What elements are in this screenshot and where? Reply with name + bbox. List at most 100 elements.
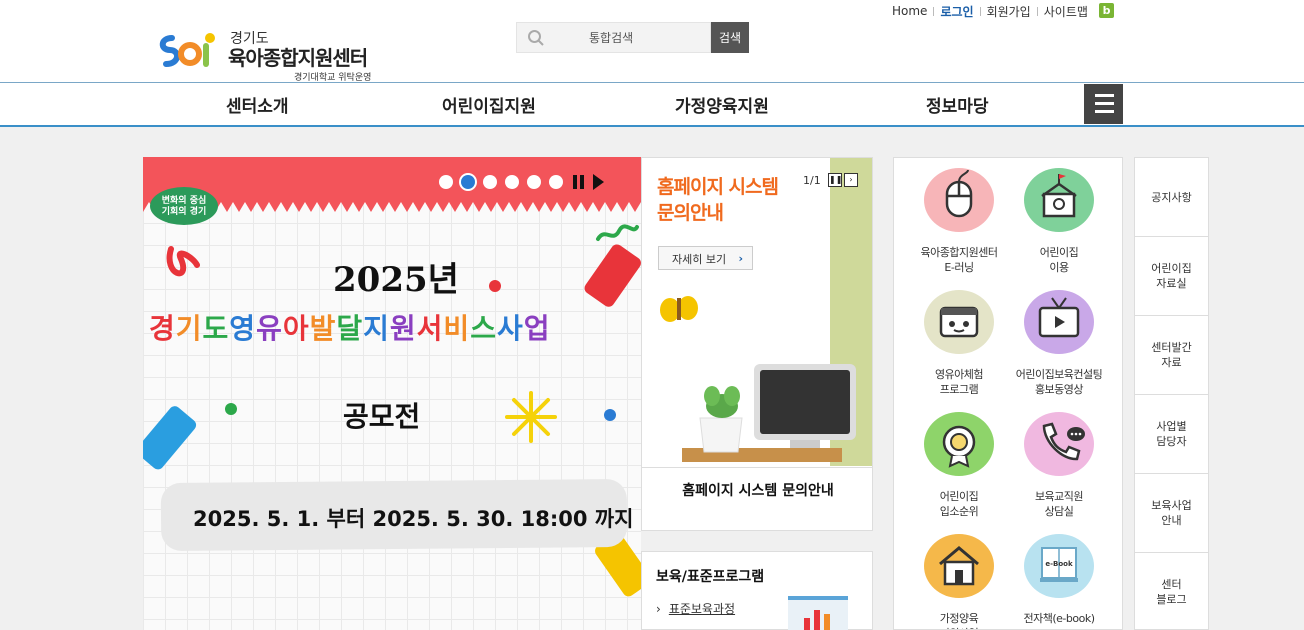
label-line: 어린이집 bbox=[939, 490, 979, 503]
blog-icon[interactable]: b bbox=[1099, 3, 1114, 18]
nav-item-home-parenting[interactable]: 가정양육지원 bbox=[675, 92, 769, 117]
label-line: 블로그 bbox=[1156, 593, 1187, 606]
label-line: E-러닝 bbox=[944, 261, 974, 274]
label-line: 영유아체험 bbox=[934, 368, 984, 381]
label-line: 센터 bbox=[1161, 578, 1182, 591]
side-link[interactable]: 공지사항 bbox=[1135, 158, 1208, 237]
program-box: 보육/표준프로그램 › 표준보육과정 bbox=[641, 551, 873, 630]
notice-banner-image: 홈페이지 시스템 문의안내 자세히 보기 › 1/1 ❚❚ › bbox=[642, 158, 872, 466]
quick-menu-item[interactable]: 어린이집보육컨설팅홍보동영상 bbox=[1009, 290, 1109, 397]
ebook-icon: e-Book bbox=[1024, 534, 1094, 598]
login-link[interactable]: 로그인 bbox=[934, 3, 979, 20]
quick-menu-item[interactable]: 가정양육지원사업 bbox=[909, 534, 1009, 629]
side-link[interactable]: 사업별담당자 bbox=[1135, 395, 1208, 474]
search-box bbox=[516, 22, 711, 53]
quick-menu-item[interactable]: 육아종합지원센터 E-러닝 bbox=[909, 168, 1009, 275]
home-link[interactable]: Home bbox=[886, 4, 933, 18]
tv-icon bbox=[1024, 290, 1094, 354]
toybox-icon bbox=[924, 290, 994, 354]
quick-menu-label: 어린이집보육컨설팅홍보동영상 bbox=[1009, 367, 1109, 397]
side-link-label: 보육사업 안내 bbox=[1151, 498, 1191, 528]
banner-title-char: 원 bbox=[389, 312, 417, 345]
search-input[interactable] bbox=[557, 27, 707, 49]
label-line: 담당자 bbox=[1156, 435, 1187, 448]
nav-item-center-intro[interactable]: 센터소개 bbox=[226, 92, 289, 117]
banner-title-char: 경 bbox=[149, 312, 176, 345]
label-line: 이용 bbox=[1049, 261, 1069, 274]
nav-item-daycare-support[interactable]: 어린이집지원 bbox=[442, 92, 536, 117]
mouse-icon bbox=[924, 168, 994, 232]
label-line: 전자책(e-book) bbox=[1023, 612, 1096, 625]
side-link-label: 어린이집 자료실 bbox=[1151, 261, 1191, 291]
banner-title-char: 사 bbox=[496, 312, 524, 345]
standard-curriculum-link[interactable]: › 표준보육과정 bbox=[656, 600, 735, 617]
quick-menu-label: 전자책(e-book) bbox=[1009, 611, 1109, 626]
main-banner-slide[interactable]: 변화의 중심 기회의 경기 2025년 경기도영유아발달지원서비스사업 공모전 … bbox=[143, 157, 641, 630]
sitemap-link[interactable]: 사이트맵 bbox=[1038, 3, 1094, 20]
svg-text:e-Book: e-Book bbox=[1045, 560, 1073, 568]
banner-title-char: 달 bbox=[336, 312, 364, 345]
banner-title-char: 영 bbox=[229, 312, 257, 345]
search-bar: 검색 bbox=[516, 22, 749, 53]
side-link[interactable]: 센터발간 자료 bbox=[1135, 316, 1208, 395]
logo-title: 육아종합지원센터 bbox=[228, 46, 368, 70]
notice-banner-caption: 홈페이지 시스템 문의안내 bbox=[642, 467, 872, 530]
side-link[interactable]: 어린이집 자료실 bbox=[1135, 237, 1208, 316]
quick-menu-label: 영유아체험 프로그램 bbox=[909, 367, 1009, 397]
banner-year: 2025년 bbox=[333, 260, 459, 300]
quick-menu-item[interactable]: 어린이집입소순위 bbox=[909, 412, 1009, 519]
link-label: 표준보육과정 bbox=[668, 602, 736, 616]
label-line: 육아종합지원센터 bbox=[920, 246, 998, 259]
side-link-label: 센터발간 자료 bbox=[1151, 340, 1191, 370]
utility-nav: Home 로그인 회원가입 사이트맵 bbox=[886, 3, 1094, 19]
quick-menu-item[interactable]: e-Book 전자책(e-book) bbox=[1009, 534, 1109, 626]
join-link[interactable]: 회원가입 bbox=[981, 3, 1037, 20]
side-link[interactable]: 보육사업 안내 bbox=[1135, 474, 1208, 553]
quick-menu-label: 어린이집이용 bbox=[1009, 245, 1109, 275]
label-line: 가정양육 bbox=[939, 612, 979, 625]
label-line: 입소순위 bbox=[939, 505, 979, 518]
header: 경기도 육아종합지원센터 경기대학교 위탁운영 검색 Home 로그인 회원가입… bbox=[0, 0, 1304, 84]
label-line: 홍보동영상 bbox=[1034, 383, 1084, 396]
quick-menu-label: 가정양육지원사업 bbox=[909, 611, 1009, 629]
side-link-label: 공지사항 bbox=[1151, 190, 1191, 205]
banner-title-char: 서 bbox=[416, 312, 444, 345]
label-line: 지원사업 bbox=[909, 626, 1009, 629]
banner-title-char: 아 bbox=[282, 312, 310, 345]
label-line: 상담실 bbox=[1044, 505, 1074, 518]
label-line: 어린이집 bbox=[1039, 246, 1079, 259]
banner-title-char: 기 bbox=[175, 312, 203, 345]
desk-illustration bbox=[660, 296, 856, 462]
label-line: 어린이집보육컨설팅 bbox=[1015, 368, 1103, 381]
notice-banner[interactable]: 홈페이지 시스템 문의안내 자세히 보기 › 1/1 ❚❚ › 홈페이지 시스템 … bbox=[641, 157, 873, 531]
banner-title-char: 발 bbox=[309, 312, 337, 345]
label-line: 공지사항 bbox=[1151, 190, 1192, 204]
label-line: 센터발간 bbox=[1151, 341, 1192, 354]
side-quick-links: 공지사항어린이집 자료실센터발간 자료사업별담당자보육사업 안내센터블로그 bbox=[1134, 157, 1209, 630]
hamburger-icon[interactable] bbox=[1084, 84, 1123, 124]
quick-menu-item[interactable]: 영유아체험 프로그램 bbox=[909, 290, 1009, 397]
program-title: 보육/표준프로그램 bbox=[656, 569, 765, 585]
label-line: 사업별 bbox=[1156, 420, 1187, 433]
banner-title-char: 비 bbox=[443, 312, 471, 345]
logo-mark-icon bbox=[159, 33, 215, 67]
quick-menu-label: 육아종합지원센터 E-러닝 bbox=[909, 245, 1009, 275]
banner-title-char: 지 bbox=[363, 312, 390, 345]
site-logo[interactable]: 경기도 육아종합지원센터 경기대학교 위탁운영 bbox=[158, 26, 388, 84]
nav-item-info[interactable]: 정보마당 bbox=[926, 92, 989, 117]
label-line: 자료실 bbox=[1156, 277, 1187, 290]
quick-menu-label: 보육교직원상담실 bbox=[1009, 489, 1109, 519]
banner-date: 2025. 5. 1. 부터 2025. 5. 30. 18:00 까지 bbox=[193, 507, 634, 531]
banner-title-char: 업 bbox=[523, 312, 551, 345]
quick-menu-label: 어린이집입소순위 bbox=[909, 489, 1009, 519]
quick-menu-item[interactable]: 보육교직원상담실 bbox=[1009, 412, 1109, 519]
label-line: 보육교직원 bbox=[1034, 490, 1084, 503]
banner-title: 경기도영유아발달지원서비스사업 bbox=[149, 307, 639, 347]
label-line: 보육사업 bbox=[1151, 499, 1192, 512]
quick-menu-item[interactable]: 어린이집이용 bbox=[1009, 168, 1109, 275]
side-link-label: 사업별담당자 bbox=[1156, 419, 1186, 449]
side-link[interactable]: 센터블로그 bbox=[1135, 553, 1208, 630]
medal-icon bbox=[924, 412, 994, 476]
banner-subtitle: 공모전 bbox=[343, 400, 421, 433]
search-button[interactable]: 검색 bbox=[711, 22, 749, 53]
